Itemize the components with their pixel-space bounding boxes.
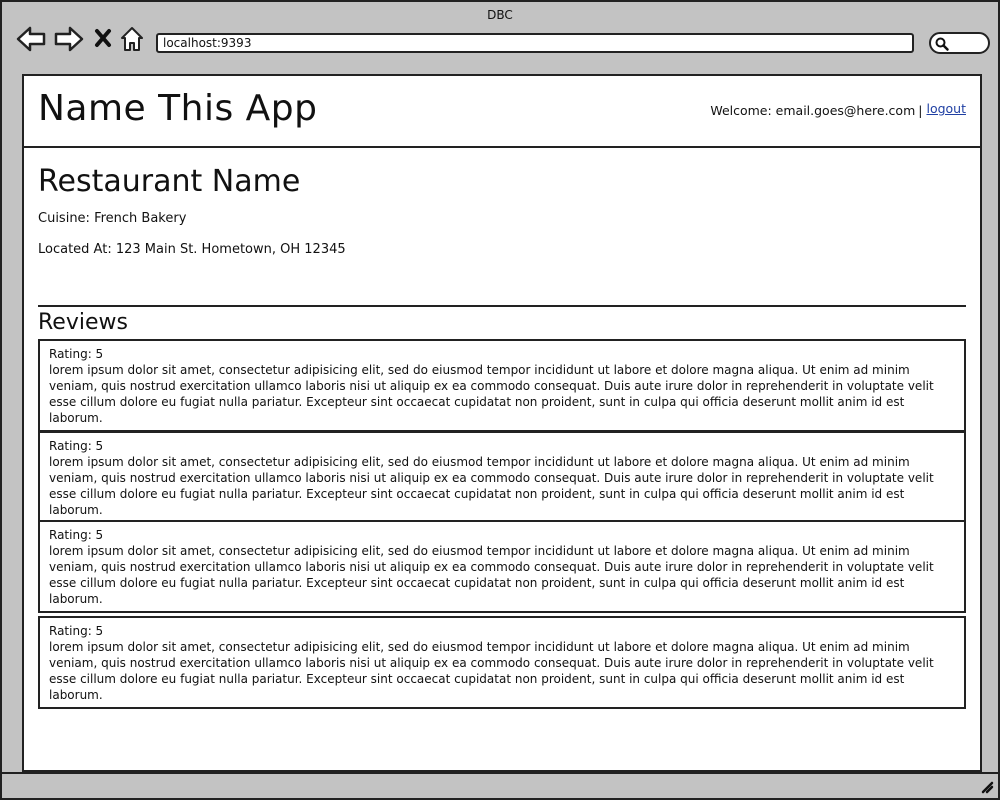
browser-search-field[interactable] — [929, 32, 990, 54]
home-icon[interactable] — [120, 26, 144, 52]
review-body: lorem ipsum dolor sit amet, consectetur … — [49, 455, 934, 517]
status-bar — [2, 772, 998, 798]
search-icon — [935, 37, 949, 51]
section-divider — [38, 305, 966, 307]
welcome-text: Welcome: email.goes@here.com — [710, 103, 916, 118]
review-card: Rating: 5 lorem ipsum dolor sit amet, co… — [38, 520, 966, 613]
review-body: lorem ipsum dolor sit amet, consectetur … — [49, 640, 934, 702]
review-card: Rating: 5 lorem ipsum dolor sit amet, co… — [38, 616, 966, 709]
page-viewport: Name This App Welcome: email.goes@here.c… — [22, 74, 982, 772]
restaurant-name: Restaurant Name — [38, 164, 301, 199]
logout-link[interactable]: logout — [926, 101, 966, 116]
welcome-area: Welcome: email.goes@here.com | logout — [710, 101, 966, 118]
location-line: Located At: 123 Main St. Hometown, OH 12… — [38, 242, 346, 257]
forward-arrow-icon[interactable] — [54, 26, 84, 52]
review-rating: Rating: 5 — [49, 624, 104, 638]
browser-window: DBC localhost:9393 Name This App Welcome… — [0, 0, 1000, 800]
reviews-heading: Reviews — [38, 310, 128, 335]
review-card: Rating: 5 lorem ipsum dolor sit amet, co… — [38, 339, 966, 432]
review-rating: Rating: 5 — [49, 347, 104, 361]
address-bar-input[interactable]: localhost:9393 — [156, 33, 914, 53]
review-rating: Rating: 5 — [49, 528, 104, 542]
app-title: Name This App — [38, 88, 318, 129]
window-title: DBC — [487, 8, 513, 22]
review-body: lorem ipsum dolor sit amet, consectetur … — [49, 363, 934, 425]
welcome-separator: | — [918, 103, 923, 118]
review-card: Rating: 5 lorem ipsum dolor sit amet, co… — [38, 431, 966, 524]
restaurant-details: Restaurant Name Cuisine: French Bakery L… — [38, 164, 966, 273]
close-icon[interactable] — [94, 28, 112, 48]
cuisine-line: Cuisine: French Bakery — [38, 211, 187, 226]
review-rating: Rating: 5 — [49, 439, 104, 453]
back-arrow-icon[interactable] — [16, 26, 46, 52]
app-header: Name This App Welcome: email.goes@here.c… — [24, 76, 980, 148]
review-body: lorem ipsum dolor sit amet, consectetur … — [49, 544, 934, 606]
resize-grip-icon[interactable] — [980, 780, 994, 794]
